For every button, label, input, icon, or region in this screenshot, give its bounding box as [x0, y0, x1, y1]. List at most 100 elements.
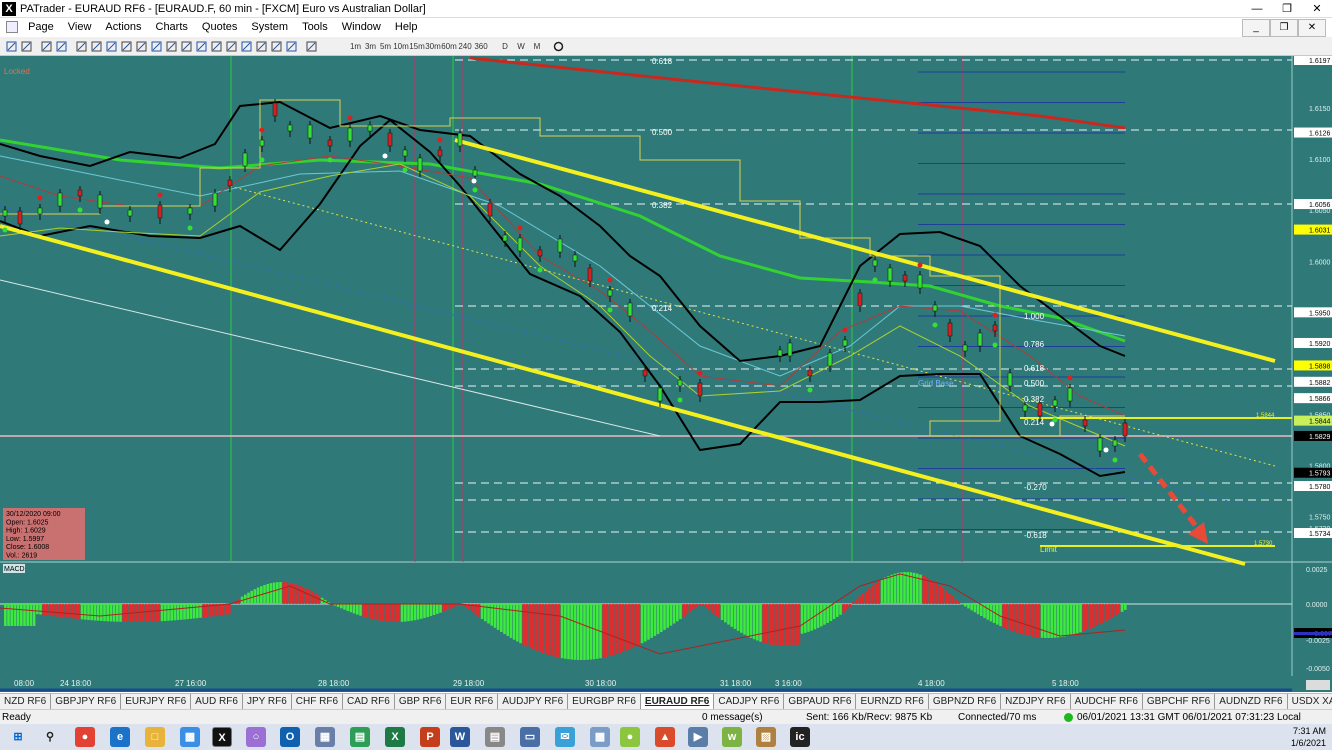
menu-system[interactable]: System: [244, 18, 295, 36]
tab-eurjpy-rf6[interactable]: EURJPY RF6: [121, 694, 192, 709]
restore-button[interactable]: ❐: [1272, 0, 1302, 18]
period-W[interactable]: W: [514, 39, 528, 54]
tab-gbpaud-rf6[interactable]: GBPAUD RF6: [784, 694, 857, 709]
close-button[interactable]: ✕: [1302, 0, 1332, 18]
tab-eurgbp-rf6[interactable]: EURGBP RF6: [568, 694, 641, 709]
mdi-minimize-button[interactable]: _: [1242, 19, 1270, 37]
square-icon[interactable]: [269, 39, 282, 54]
menu-window[interactable]: Window: [335, 18, 388, 36]
box-icon[interactable]: [209, 39, 222, 54]
grid-icon[interactable]: [194, 39, 207, 54]
tab-chf-rf6[interactable]: CHF RF6: [292, 694, 344, 709]
mdi-close-button[interactable]: ✕: [1298, 19, 1326, 37]
period-D[interactable]: D: [498, 39, 512, 54]
patrader-icon[interactable]: X: [212, 727, 232, 747]
timeframe-15m[interactable]: 15m: [409, 39, 425, 54]
search-icon[interactable]: ⚲: [40, 727, 60, 747]
tab-jpy-rf6[interactable]: JPY RF6: [243, 694, 292, 709]
outlook-icon[interactable]: O: [280, 727, 300, 747]
fib-icon[interactable]: [164, 39, 177, 54]
chrome-icon[interactable]: ●: [75, 727, 95, 747]
app-icon-7[interactable]: w: [722, 727, 742, 747]
chart-area[interactable]: 0.618 0.500 0.382 0.214 1.000 0.786 0.618 0.500…: [0, 56, 1332, 692]
timeframe-360[interactable]: 360: [473, 39, 489, 54]
menu-charts[interactable]: Charts: [149, 18, 195, 36]
tab-euraud-rf6[interactable]: EURAUD RF6: [640, 694, 715, 709]
calculator-icon[interactable]: ▦: [315, 727, 335, 747]
page-icon[interactable]: [6, 21, 18, 33]
measure-icon[interactable]: [284, 39, 297, 54]
app-icon-2[interactable]: ○: [246, 727, 266, 747]
pen-icon[interactable]: [304, 39, 317, 54]
line-icon[interactable]: [89, 39, 102, 54]
excel-icon[interactable]: X: [385, 727, 405, 747]
menu-view[interactable]: View: [61, 18, 99, 36]
app-icon-6[interactable]: ▶: [688, 727, 708, 747]
timeframe-5m[interactable]: 5m: [378, 39, 393, 54]
vline-icon[interactable]: [119, 39, 132, 54]
tab-usdx-xau-wti[interactable]: USDX XAU WTI: [1288, 694, 1332, 709]
tab-eurnzd-rf6[interactable]: EURNZD RF6: [856, 694, 929, 709]
folder-icon[interactable]: □: [145, 727, 165, 747]
crosshair-icon[interactable]: [54, 39, 67, 54]
menu-actions[interactable]: Actions: [98, 18, 148, 36]
clock-icon[interactable]: [551, 39, 564, 54]
draw-down-icon[interactable]: [19, 39, 32, 54]
channel-icon[interactable]: [149, 39, 162, 54]
pointer-icon[interactable]: [74, 39, 87, 54]
tab-aud-rf6[interactable]: AUD RF6: [191, 694, 243, 709]
tab-audchf-rf6[interactable]: AUDCHF RF6: [1071, 694, 1143, 709]
tab-gbpchf-rf6[interactable]: GBPCHF RF6: [1143, 694, 1216, 709]
menu-page[interactable]: Page: [21, 18, 61, 36]
store-icon[interactable]: ▩: [180, 727, 200, 747]
time-label: 4 18:00: [918, 679, 945, 688]
app-icon-9[interactable]: ic: [790, 727, 810, 747]
start-icon[interactable]: ⊞: [8, 727, 28, 747]
timeframe-3m[interactable]: 3m: [363, 39, 378, 54]
timeframe-60m[interactable]: 60m: [441, 39, 457, 54]
mdi-restore-button[interactable]: ❐: [1270, 19, 1298, 37]
app-icon-3[interactable]: ▩: [590, 727, 610, 747]
arrow-icon[interactable]: [239, 39, 252, 54]
window-icon[interactable]: ▭: [520, 727, 540, 747]
notepad-icon[interactable]: ▤: [485, 727, 505, 747]
draw-up-icon[interactable]: [4, 39, 17, 54]
gann-icon[interactable]: [179, 39, 192, 54]
edge-icon[interactable]: e: [110, 727, 130, 747]
menu-help[interactable]: Help: [388, 18, 425, 36]
tab-audjpy-rf6[interactable]: AUDJPY RF6: [498, 694, 569, 709]
timeframe-240[interactable]: 240: [457, 39, 473, 54]
timeframe-30m[interactable]: 30m: [425, 39, 441, 54]
menu-quotes[interactable]: Quotes: [195, 18, 244, 36]
menu-tools[interactable]: Tools: [295, 18, 335, 36]
timeframe-1m[interactable]: 1m: [348, 39, 363, 54]
tab-gbpjpy-rf6[interactable]: GBPJPY RF6: [51, 694, 122, 709]
tab-gbpnzd-rf6[interactable]: GBPNZD RF6: [929, 694, 1002, 709]
app-icon-4[interactable]: ●: [620, 727, 640, 747]
word-icon[interactable]: W: [450, 727, 470, 747]
text-icon[interactable]: [224, 39, 237, 54]
period-M[interactable]: M: [530, 39, 544, 54]
mail-icon[interactable]: ✉: [555, 727, 575, 747]
hline-icon[interactable]: [104, 39, 117, 54]
clock[interactable]: 7:31 AM 1/6/2021: [1291, 725, 1326, 749]
minimize-button[interactable]: —: [1242, 0, 1272, 18]
macd-bar: [420, 604, 423, 619]
scroll-buttons[interactable]: [1306, 680, 1330, 690]
chart-icon[interactable]: [39, 39, 52, 54]
fork-icon[interactable]: [254, 39, 267, 54]
tab-gbp-rf6[interactable]: GBP RF6: [395, 694, 447, 709]
candle: [857, 292, 863, 307]
timeframe-10m[interactable]: 10m: [393, 39, 409, 54]
trendline-icon[interactable]: [134, 39, 147, 54]
tab-eur-rf6[interactable]: EUR RF6: [446, 694, 499, 709]
photos-icon[interactable]: ▤: [350, 727, 370, 747]
tab-cadjpy-rf6[interactable]: CADJPY RF6: [714, 694, 785, 709]
tab-nzdjpy-rf6[interactable]: NZDJPY RF6: [1001, 694, 1071, 709]
tab-audnzd-rf6[interactable]: AUDNZD RF6: [1215, 694, 1288, 709]
powerpoint-icon[interactable]: P: [420, 727, 440, 747]
tab-nzd-rf6[interactable]: NZD RF6: [0, 694, 52, 709]
app-icon-5[interactable]: ▲: [655, 727, 675, 747]
app-icon-8[interactable]: ▨: [756, 727, 776, 747]
tab-cad-rf6[interactable]: CAD RF6: [343, 694, 395, 709]
